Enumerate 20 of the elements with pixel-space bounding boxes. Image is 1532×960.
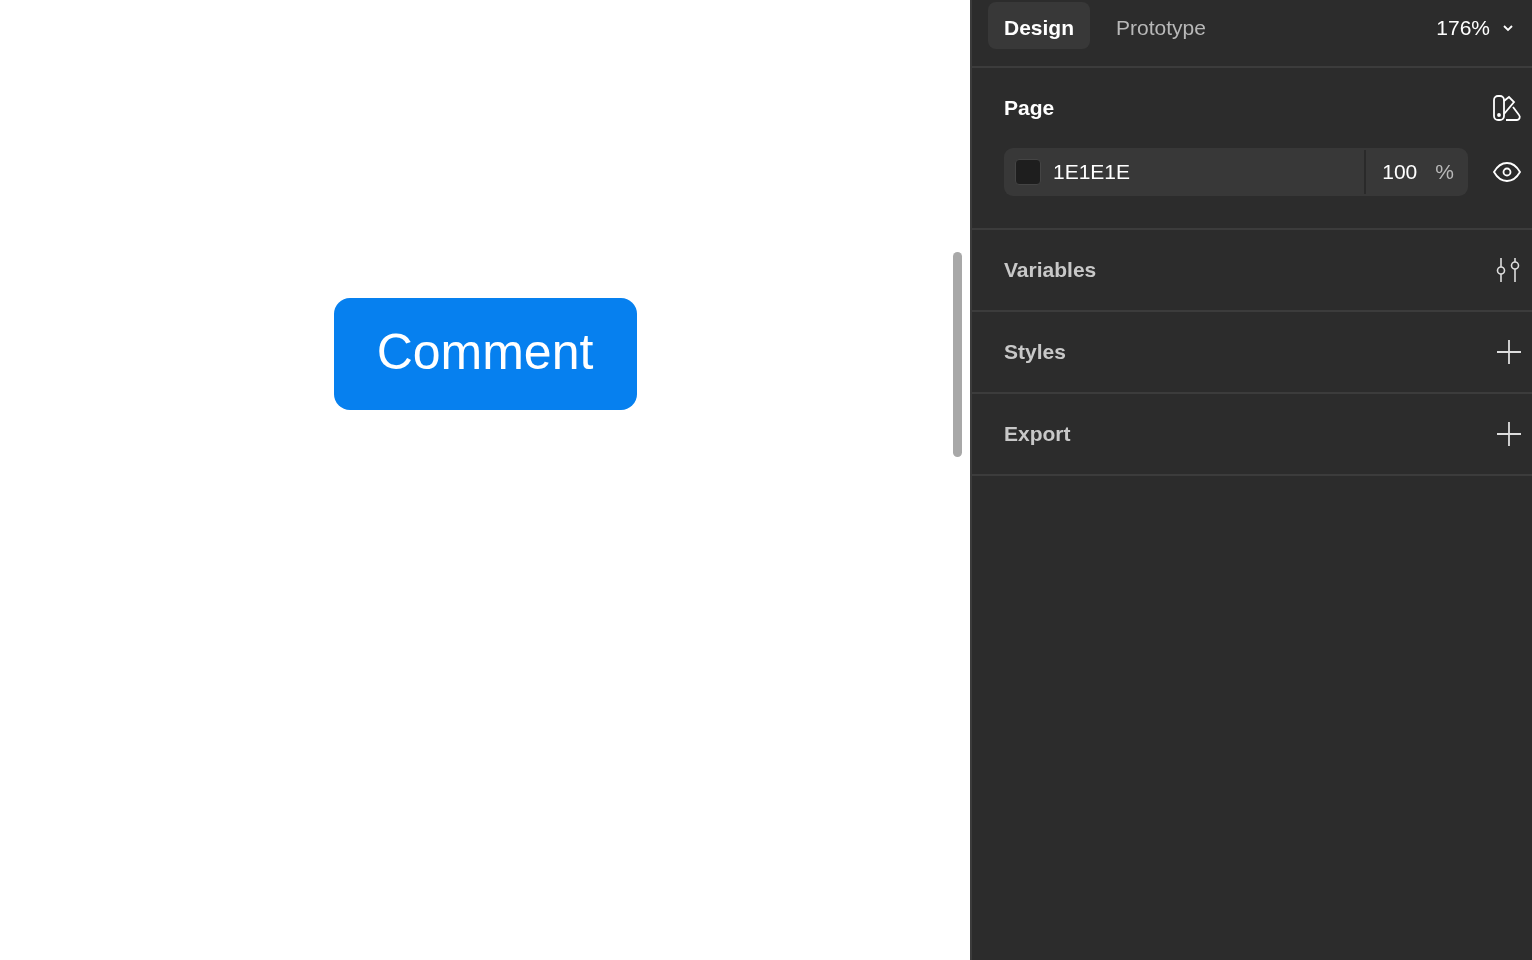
panel-tab[interactable]: Design: [988, 2, 1090, 49]
section-title: Variables: [1004, 257, 1097, 284]
comment-button[interactable]: Comment: [333, 298, 637, 410]
scrollbar-thumb[interactable]: [953, 252, 962, 457]
palette-icon[interactable]: [1492, 93, 1522, 123]
panel-tab[interactable]: Prototype: [1100, 2, 1222, 49]
sliders-icon[interactable]: [1494, 257, 1522, 283]
hex-value: 1E1E1E: [1053, 159, 1132, 186]
zoom-dropdown[interactable]: 176%: [1432, 2, 1518, 54]
fill-field[interactable]: 1E1E1E 100 %: [1004, 148, 1468, 196]
eye-icon[interactable]: [1492, 161, 1522, 183]
percent-unit: %: [1435, 159, 1454, 186]
section-title: Page: [1004, 95, 1055, 122]
chevron-down-icon: [1502, 23, 1514, 32]
color-swatch[interactable]: [1015, 159, 1041, 185]
section-title: Export: [1004, 421, 1071, 448]
opacity-value: 100: [1382, 159, 1418, 186]
plus-icon[interactable]: [1496, 339, 1522, 365]
plus-icon[interactable]: [1496, 421, 1522, 447]
section-title: Styles: [1004, 339, 1066, 366]
